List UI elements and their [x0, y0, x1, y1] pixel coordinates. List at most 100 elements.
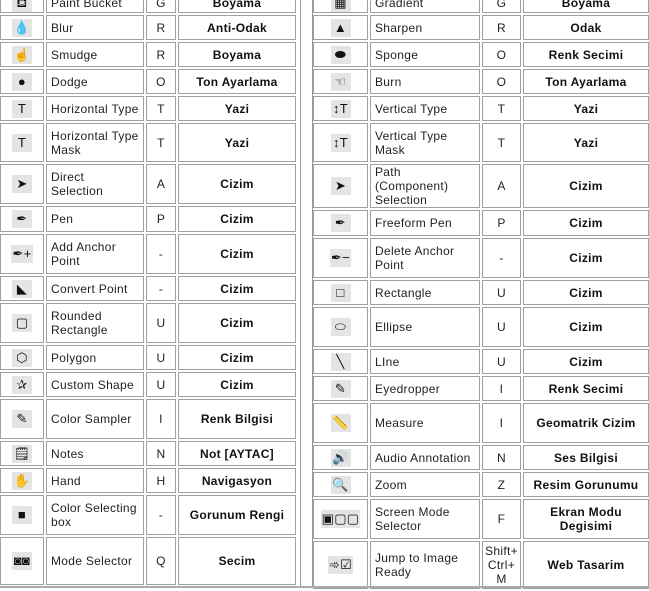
- tool-icon-cell: ◙◙: [0, 537, 44, 585]
- tool-icon-cell: ⬬: [313, 42, 368, 67]
- tool-shortcut: O: [482, 69, 521, 94]
- tool-category: Ses Bilgisi: [523, 445, 649, 470]
- divider: [300, 0, 301, 588]
- tool-shortcut: I: [482, 376, 521, 401]
- tool-name: Zoom: [370, 472, 480, 497]
- tool-icon-cell: 💧: [0, 15, 44, 40]
- tool-name: Measure: [370, 403, 480, 443]
- tool-row: ⬡ Polygon U Cizim: [0, 345, 296, 370]
- freeform-pen-icon: ✒: [330, 214, 351, 232]
- tool-name: Freeform Pen: [370, 210, 480, 236]
- tool-category: Gorunum Rengi: [178, 495, 296, 535]
- tool-name: Sharpen: [370, 15, 480, 40]
- color-selecting-box-icon: ■: [12, 506, 32, 524]
- tool-name: Vertical Type: [370, 96, 480, 121]
- tool-category: Renk Secimi: [523, 376, 649, 401]
- tool-icon-cell: ◣: [0, 276, 44, 301]
- tool-icon-cell: ↕T: [313, 96, 368, 121]
- audio-annotation-icon: 🔊: [330, 448, 351, 467]
- tool-name: Screen Mode Selector: [370, 499, 480, 539]
- add-anchor-point-icon: ✒+: [11, 245, 33, 263]
- tool-shortcut: I: [482, 403, 521, 443]
- sponge-icon: ⬬: [330, 45, 351, 64]
- tool-shortcut: G: [146, 0, 176, 13]
- tool-category: Cizim: [178, 206, 296, 232]
- tool-icon-cell: 📏: [313, 403, 368, 443]
- tool-row: ⬭ Ellipse U Cizim: [313, 307, 649, 347]
- tool-name: Notes: [46, 441, 144, 466]
- tool-row: ╲ LIne U Cizim: [313, 349, 649, 374]
- tool-category: Cizim: [523, 349, 649, 374]
- tool-name: Path (Component) Selection: [370, 164, 480, 208]
- tool-category: Yazi: [178, 96, 296, 121]
- tool-icon-cell: ➤: [0, 164, 44, 204]
- tool-icon-cell: 🗒: [0, 441, 44, 466]
- tool-name: Color Selecting box: [46, 495, 144, 535]
- tool-shortcut: Shift+ Ctrl+ M: [482, 541, 521, 589]
- tool-category: Not [AYTAC]: [178, 441, 296, 466]
- direct-selection-icon: ➤: [12, 175, 32, 193]
- tool-row: 💧 Blur R Anti-Odak: [0, 15, 296, 40]
- tool-category: Cizim: [178, 345, 296, 370]
- tool-icon-cell: ✎: [0, 399, 44, 439]
- tool-icon-cell: ╲: [313, 349, 368, 374]
- tool-row: ⛾ Paint Bucket G Boyama: [0, 0, 296, 13]
- tool-icon-cell: 🔍: [313, 472, 368, 497]
- tool-shortcut: T: [146, 123, 176, 162]
- tool-name: Smudge: [46, 42, 144, 67]
- sharpen-icon: ▲: [330, 18, 351, 37]
- tool-name: Horizontal Type Mask: [46, 123, 144, 162]
- burn-icon: ☜: [330, 72, 351, 91]
- tool-row: ▲ Sharpen R Odak: [313, 15, 649, 40]
- rounded-rectangle-icon: ▢: [12, 314, 32, 332]
- rectangle-icon: □: [330, 283, 351, 302]
- tool-category: Web Tasarim: [523, 541, 649, 589]
- smudge-icon: ☝: [12, 45, 32, 64]
- tool-name: Blur: [46, 15, 144, 40]
- tool-category: Anti-Odak: [178, 15, 296, 40]
- tool-shortcut: Z: [482, 472, 521, 497]
- tool-name: Hand: [46, 468, 144, 493]
- tool-shortcut: R: [482, 15, 521, 40]
- tool-name: Direct Selection: [46, 164, 144, 204]
- tool-shortcut: N: [146, 441, 176, 466]
- tool-row: T Horizontal Type Mask T Yazi: [0, 123, 296, 162]
- polygon-icon: ⬡: [12, 348, 32, 367]
- tool-category: Cizim: [178, 303, 296, 343]
- tool-icon-cell: T: [0, 96, 44, 121]
- tool-shortcut: -: [146, 276, 176, 301]
- tool-category: Navigasyon: [178, 468, 296, 493]
- dodge-icon: ●: [12, 72, 32, 91]
- tool-name: Add Anchor Point: [46, 234, 144, 274]
- tool-category: Cizim: [178, 234, 296, 274]
- tool-category: Cizim: [523, 307, 649, 347]
- tool-row: ■ Color Selecting box - Gorunum Rengi: [0, 495, 296, 535]
- tool-icon-cell: ●: [0, 69, 44, 94]
- tool-shortcut: -: [482, 238, 521, 278]
- tool-category: Boyama: [523, 0, 649, 13]
- tool-row: ✒ Freeform Pen P Cizim: [313, 210, 649, 236]
- tool-category: Cizim: [523, 238, 649, 278]
- tool-shortcut: P: [146, 206, 176, 232]
- tool-row: ▦ Gradient G Boyama: [313, 0, 649, 13]
- color-sampler-icon: ✎: [12, 410, 32, 428]
- tool-row: ✰ Custom Shape U Cizim: [0, 372, 296, 397]
- tool-row: ➤ Path (Component) Selection A Cizim: [313, 164, 649, 208]
- tool-row: ● Dodge O Ton Ayarlama: [0, 69, 296, 94]
- tool-shortcut: Q: [146, 537, 176, 585]
- gradient-icon: ▦: [330, 0, 351, 12]
- tool-name: Convert Point: [46, 276, 144, 301]
- line-icon: ╲: [330, 352, 351, 371]
- tool-name: Delete Anchor Point: [370, 238, 480, 278]
- mode-selector-icon: ◙◙: [12, 552, 32, 570]
- tool-icon-cell: ▦: [313, 0, 368, 13]
- zoom-icon: 🔍: [330, 475, 351, 494]
- tool-name: Vertical Type Mask: [370, 123, 480, 162]
- tool-row: ✎ Color Sampler I Renk Bilgisi: [0, 399, 296, 439]
- tool-icon-cell: ▣▢▢: [313, 499, 368, 539]
- tool-category: Ton Ayarlama: [178, 69, 296, 94]
- tool-shortcut: -: [146, 495, 176, 535]
- tool-shortcut: H: [146, 468, 176, 493]
- tool-name: Horizontal Type: [46, 96, 144, 121]
- tool-name: Dodge: [46, 69, 144, 94]
